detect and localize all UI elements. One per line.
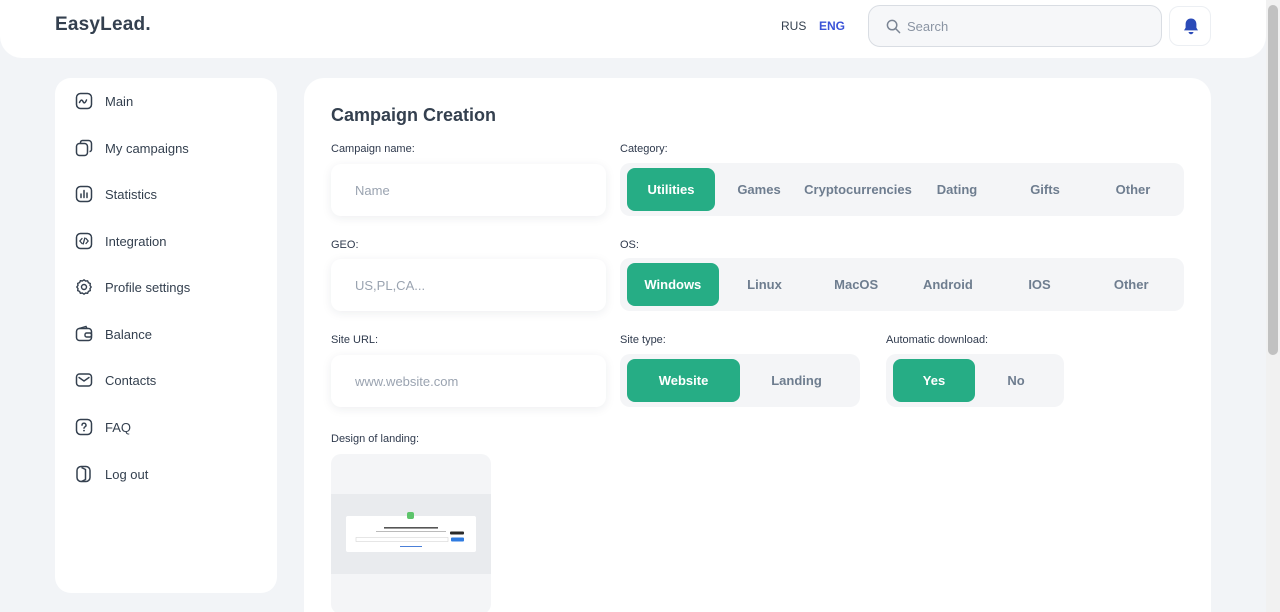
search-icon [886, 19, 901, 34]
sidebar: Main My campaigns Statistics Integration… [55, 78, 277, 593]
preview-logo [407, 512, 414, 519]
os-selector: Windows Linux MacOS Android IOS Other [620, 258, 1184, 311]
category-selector: Utilities Games Cryptocurrencies Dating … [620, 163, 1184, 216]
category-option-cryptocurrencies[interactable]: Cryptocurrencies [803, 168, 913, 211]
category-label: Category: [620, 143, 668, 155]
category-option-utilities[interactable]: Utilities [627, 168, 715, 211]
os-option-ios[interactable]: IOS [994, 263, 1086, 306]
geo-label: GEO: [331, 239, 359, 251]
sidebar-item-my-campaigns[interactable]: My campaigns [75, 136, 189, 160]
copy-icon [75, 139, 93, 157]
page-title: Campaign Creation [331, 105, 497, 125]
preview-thumbnail [355, 527, 464, 547]
lang-rus-link[interactable]: RUS [781, 19, 806, 33]
category-option-gifts[interactable]: Gifts [1001, 168, 1089, 211]
logout-icon [75, 465, 93, 483]
sidebar-item-label: Contacts [105, 372, 157, 388]
bar-chart-icon [75, 185, 93, 203]
design-label: Design of landing: [331, 433, 420, 445]
gear-icon [75, 278, 93, 296]
site-type-selector: Website Landing [620, 354, 860, 407]
sidebar-item-faq[interactable]: FAQ [75, 415, 131, 439]
logo[interactable]: EasyLead. [55, 14, 151, 36]
sidebar-item-contacts[interactable]: Contacts [75, 368, 156, 392]
sidebar-item-label: Integration [105, 233, 167, 249]
sidebar-item-label: My campaigns [105, 140, 189, 156]
sidebar-item-label: Main [105, 93, 134, 109]
os-option-windows[interactable]: Windows [627, 263, 719, 306]
landing-design-preview[interactable] [331, 454, 491, 612]
site-type-option-website[interactable]: Website [627, 359, 740, 402]
sidebar-item-label: Log out [105, 466, 149, 482]
auto-download-option-no[interactable]: No [975, 359, 1057, 402]
mail-icon [75, 371, 93, 389]
question-icon [75, 418, 93, 436]
top-header: EasyLead. RUS ENG [0, 0, 1266, 58]
sidebar-item-label: Statistics [105, 186, 158, 202]
sidebar-item-log-out[interactable]: Log out [75, 462, 148, 486]
lang-eng-link[interactable]: ENG [819, 19, 845, 33]
auto-download-selector: Yes No [886, 354, 1064, 407]
site-url-label: Site URL: [331, 334, 379, 346]
page-scrollbar[interactable] [1266, 0, 1280, 612]
sidebar-item-profile-settings[interactable]: Profile settings [75, 275, 190, 299]
auto-download-option-yes[interactable]: Yes [893, 359, 975, 402]
os-option-macos[interactable]: MacOS [810, 263, 902, 306]
code-icon [75, 232, 93, 250]
os-option-other[interactable]: Other [1085, 263, 1177, 306]
notifications-button[interactable] [1169, 6, 1211, 46]
category-option-other[interactable]: Other [1089, 168, 1177, 211]
sidebar-item-label: Balance [105, 326, 152, 342]
site-type-option-landing[interactable]: Landing [740, 359, 853, 402]
chart-line-icon [75, 92, 93, 110]
site-type-label: Site type: [620, 334, 666, 346]
scrollbar-thumb[interactable] [1268, 5, 1278, 355]
os-option-linux[interactable]: Linux [719, 263, 811, 306]
site-url-input[interactable] [331, 355, 606, 407]
sidebar-item-balance[interactable]: Balance [75, 322, 152, 346]
campaign-name-label: Campaign name: [331, 143, 415, 155]
sidebar-item-label: FAQ [105, 419, 132, 435]
auto-download-label: Automatic download: [886, 334, 989, 346]
os-label: OS: [620, 239, 639, 251]
preview-card [346, 516, 476, 552]
search-input[interactable] [907, 6, 1147, 46]
sidebar-item-integration[interactable]: Integration [75, 229, 166, 253]
sidebar-item-statistics[interactable]: Statistics [75, 182, 157, 206]
category-option-games[interactable]: Games [715, 168, 803, 211]
wallet-icon [75, 325, 93, 343]
bell-icon [1184, 18, 1198, 35]
search-box [868, 5, 1162, 47]
sidebar-item-main[interactable]: Main [75, 89, 133, 113]
os-option-android[interactable]: Android [902, 263, 994, 306]
category-option-dating[interactable]: Dating [913, 168, 1001, 211]
campaign-name-input[interactable] [331, 164, 606, 216]
geo-input[interactable] [331, 259, 606, 311]
sidebar-item-label: Profile settings [105, 279, 191, 295]
campaign-form-panel: Campaign Creation Campaign name: Categor… [304, 78, 1211, 612]
